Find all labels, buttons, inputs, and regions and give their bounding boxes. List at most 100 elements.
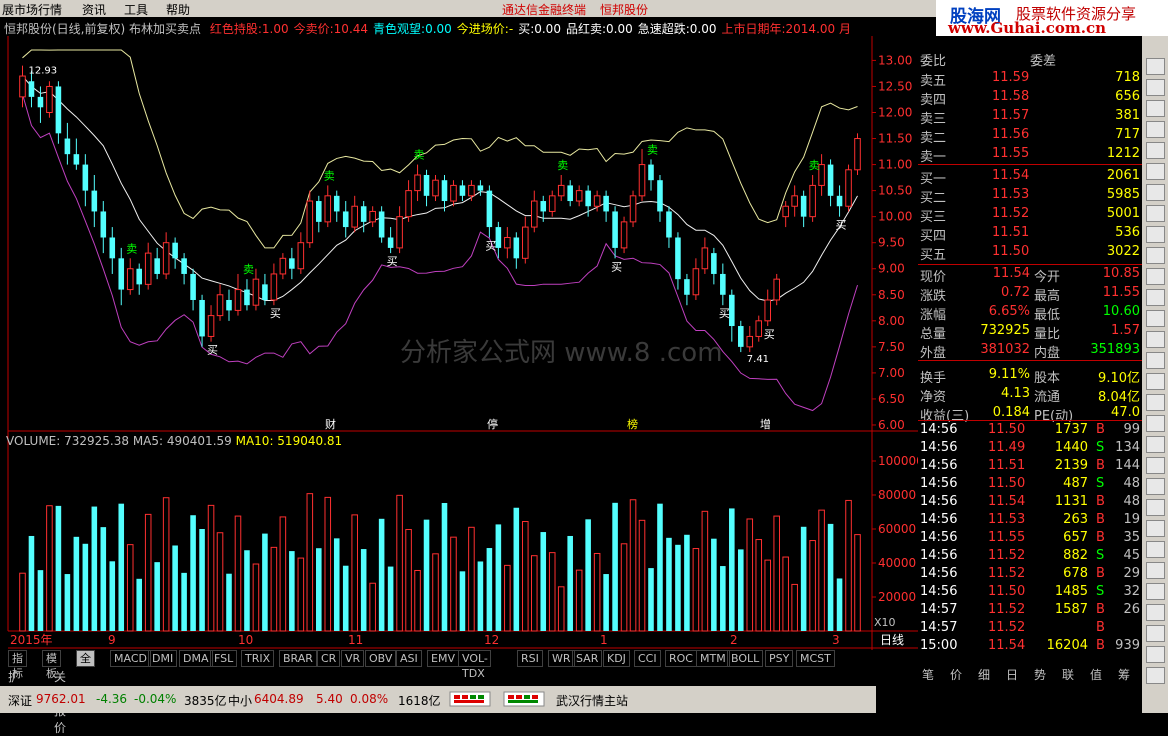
toolbar-tool-icon[interactable] xyxy=(1146,520,1165,537)
menu-tools[interactable]: 工具 xyxy=(124,1,148,18)
indicator-tab-模板[interactable]: 模板 xyxy=(42,650,61,680)
toolbar-tool-icon[interactable] xyxy=(1146,604,1165,621)
toolbar-tool-icon[interactable] xyxy=(1146,415,1165,432)
indicator-tab-rsi[interactable]: RSI xyxy=(517,650,543,667)
toolbar-tool-icon[interactable] xyxy=(1146,226,1165,243)
panel-tab-6[interactable]: 值 xyxy=(1090,666,1102,683)
volume-bar xyxy=(405,529,412,632)
toolbar-tool-icon[interactable] xyxy=(1146,331,1165,348)
panel-tab-4[interactable]: 势 xyxy=(1034,666,1046,683)
indicator-tab-mtm[interactable]: MTM xyxy=(696,650,730,667)
toolbar-tool-icon[interactable] xyxy=(1146,352,1165,369)
indicator-tab-vol-tdx[interactable]: VOL-TDX xyxy=(458,650,491,680)
toolbar-tool-icon[interactable] xyxy=(1146,247,1165,264)
event-marker[interactable]: 增 xyxy=(760,417,771,431)
toolbar-tool-icon[interactable] xyxy=(1146,289,1165,306)
toolbar-tool-icon[interactable] xyxy=(1146,205,1165,222)
toolbar-tool-icon[interactable] xyxy=(1146,121,1165,138)
toolbar-tool-icon[interactable] xyxy=(1146,163,1165,180)
toolbar-tool-icon[interactable] xyxy=(1146,478,1165,495)
sell-level-volume: 1212 xyxy=(1106,146,1140,161)
toolbar-tool-icon[interactable] xyxy=(1146,373,1165,390)
indicator-tab-cci[interactable]: CCI xyxy=(634,650,661,667)
menu-news[interactable]: 资讯 xyxy=(82,1,106,18)
sell-signal: 卖 xyxy=(243,263,254,276)
indicator-tab-vr[interactable]: VR xyxy=(341,650,365,667)
tick-count: 35 xyxy=(1123,530,1140,545)
toolbar-tool-icon[interactable] xyxy=(1146,79,1165,96)
toolbar-tool-icon[interactable] xyxy=(1146,310,1165,327)
buy-level-price: 11.50 xyxy=(992,244,1030,259)
indicator-tab-dmi[interactable]: DMI xyxy=(148,650,178,667)
toolbar-tool-icon[interactable] xyxy=(1146,100,1165,117)
panel-tab-0[interactable]: 笔 xyxy=(922,666,934,683)
panel-tab-1[interactable]: 价 xyxy=(950,666,962,683)
indicator-tab-cr[interactable]: CR xyxy=(317,650,341,667)
indicator-tab-roc[interactable]: ROC xyxy=(665,650,697,667)
buy-level-row: 买四 11.51 536 xyxy=(918,225,1142,244)
toolbar-tool-icon[interactable] xyxy=(1146,625,1165,642)
toolbar-tool-icon[interactable] xyxy=(1146,562,1165,579)
indicator-tab-trix[interactable]: TRIX xyxy=(241,650,275,667)
indicator-tab-fsl[interactable]: FSL xyxy=(210,650,238,667)
menu-market[interactable]: 展市场行情 xyxy=(2,1,62,18)
event-marker[interactable]: 财 xyxy=(325,417,336,431)
indicator-tab-指标[interactable]: 指标 xyxy=(8,650,27,680)
toolbar-tool-icon[interactable] xyxy=(1146,499,1165,516)
indicator-tab-macd[interactable]: MACD xyxy=(110,650,151,667)
buy-level-volume: 3022 xyxy=(1106,244,1140,259)
indicator-tab-kdj[interactable]: KDJ xyxy=(603,650,630,667)
panel-tab-2[interactable]: 细 xyxy=(978,666,990,683)
toolbar-tool-icon[interactable] xyxy=(1146,457,1165,474)
toolbar-tool-icon[interactable] xyxy=(1146,583,1165,600)
panel-tab-3[interactable]: 日 xyxy=(1006,666,1018,683)
indicator-tab-psy[interactable]: PSY xyxy=(765,650,794,667)
info-field-label-1: 今卖价: xyxy=(293,22,334,36)
indicator-tab-sar[interactable]: SAR xyxy=(572,650,603,667)
toolbar-tool-icon[interactable] xyxy=(1146,646,1165,663)
toolbar-tool-icon[interactable] xyxy=(1146,667,1165,684)
period-label[interactable]: 日线 xyxy=(880,633,904,647)
event-marker[interactable]: 榜 xyxy=(627,417,638,431)
menu-help[interactable]: 帮助 xyxy=(166,1,190,18)
volume-bar xyxy=(827,523,834,631)
tick-price: 11.52 xyxy=(988,548,1026,563)
toolbar-tool-icon[interactable] xyxy=(1146,58,1165,75)
tick-side: S xyxy=(1096,548,1105,563)
volume-bar xyxy=(818,509,825,632)
date-tick-label: 12 xyxy=(484,633,499,647)
indicator-tab-wr[interactable]: WR xyxy=(548,650,575,667)
indicator-tab-boll[interactable]: BOLL xyxy=(727,650,764,667)
kline-chart[interactable]: 分析家公式网 www.8 .com 卖买卖买卖买卖买卖买卖买买卖买12.937.… xyxy=(0,36,918,650)
tick-side: S xyxy=(1096,440,1105,455)
toolbar-tool-icon[interactable] xyxy=(1146,394,1165,411)
candle xyxy=(190,268,196,311)
candle xyxy=(692,258,700,300)
volume-bar xyxy=(504,564,511,632)
tick-side: B xyxy=(1096,602,1105,617)
toolbar-tool-icon[interactable] xyxy=(1146,184,1165,201)
panel-tab-5[interactable]: 联 xyxy=(1062,666,1074,683)
indicator-tab-brar[interactable]: BRAR xyxy=(279,650,317,667)
indicator-tab-dma[interactable]: DMA xyxy=(179,650,213,667)
tick-price: 11.49 xyxy=(988,440,1026,455)
indicator-tab-全部[interactable]: 全部 xyxy=(76,650,95,680)
buy-level-price: 11.51 xyxy=(992,225,1030,240)
tick-time: 14:56 xyxy=(920,494,958,509)
indicator-tab-emv[interactable]: EMV xyxy=(427,650,459,667)
toolbar-tool-icon[interactable] xyxy=(1146,541,1165,558)
indicator-tab-mcst[interactable]: MCST xyxy=(796,650,835,667)
indicator-tab-asi[interactable]: ASI xyxy=(396,650,422,667)
volume-bar xyxy=(773,515,780,632)
sub-index-change: 5.40 xyxy=(316,692,343,706)
event-marker[interactable]: 停 xyxy=(487,417,498,431)
panel-tab-7[interactable]: 筹 xyxy=(1118,666,1130,683)
right-toolbar xyxy=(1142,36,1168,686)
toolbar-tool-icon[interactable] xyxy=(1146,436,1165,453)
toolbar-tool-icon[interactable] xyxy=(1146,142,1165,159)
toolbar-tool-icon[interactable] xyxy=(1146,268,1165,285)
volume-bar xyxy=(791,583,798,632)
candle xyxy=(136,263,142,295)
server-name[interactable]: 武汉行情主站 xyxy=(556,692,628,709)
indicator-tab-obv[interactable]: OBV xyxy=(365,650,397,667)
